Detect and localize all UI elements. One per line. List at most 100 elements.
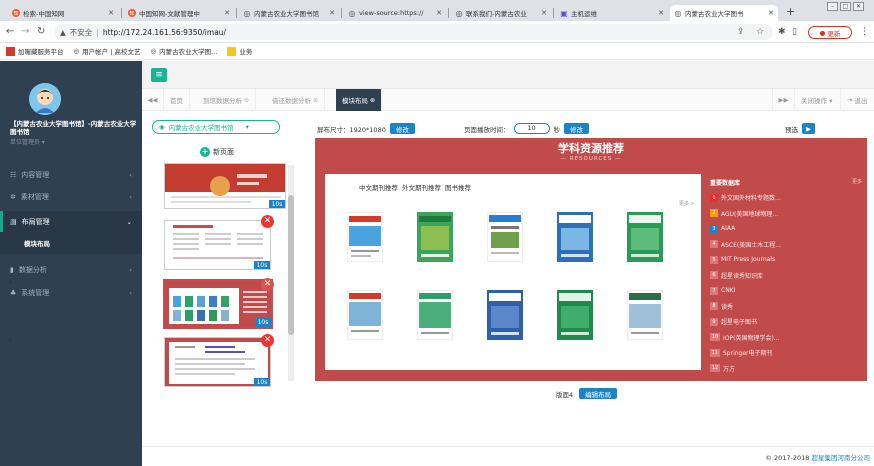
delete-page-icon[interactable]: ✕ <box>261 278 274 291</box>
database-item[interactable]: 5 MIT Press Journals <box>710 252 862 268</box>
database-item[interactable]: 2 AGU(美国地球物理... <box>710 206 862 222</box>
close-icon[interactable]: ✕ <box>541 9 547 17</box>
list-more-link[interactable]: 更多 <box>852 178 862 185</box>
company-link[interactable]: 超星集团河南分公司 <box>812 454 871 462</box>
sidepanel-icon[interactable]: ▯ <box>792 27 797 37</box>
journal-cover[interactable] <box>487 290 523 340</box>
database-item[interactable]: 1 外文国外材料专题数... <box>710 190 862 206</box>
close-icon[interactable]: ✕ <box>436 9 442 17</box>
bookmark-folder[interactable]: 业务 <box>227 46 252 56</box>
database-item[interactable]: 11 Springer电子期刊 <box>710 345 862 361</box>
menu-data-analysis[interactable]: ▮ 数据分析 ‹ <box>0 259 142 281</box>
menu-dots-icon[interactable]: ⋮ <box>860 27 869 37</box>
school-select[interactable]: ◉ 内蒙古农业大学图书馆 ▾ <box>152 120 280 134</box>
journal-cover[interactable] <box>347 290 383 340</box>
bookmark-item[interactable]: 加喔藏服务平台 <box>6 46 64 56</box>
update-button[interactable]: ● 更新 <box>808 26 852 39</box>
database-name: CNKI <box>721 287 736 295</box>
journal-cover[interactable] <box>557 290 593 340</box>
database-item[interactable]: 4 ASCE(美国土木工程... <box>710 237 862 253</box>
user-role-dropdown[interactable]: 单位管理员 ▾ <box>10 137 45 146</box>
page-thumbnail[interactable]: 10s <box>164 220 271 270</box>
page-tabs: ◀◀ 首页 到馆数据分析 ⊗ 借还数据分析 ⊗ 模块布局 ⊗ ▶▶ 关闭操作 ▾ ⇥ 退… <box>142 89 874 111</box>
menu-material[interactable]: ✲ 素材管理 ‹ <box>0 186 142 208</box>
menu-content[interactable]: ☷ 内容管理 ‹ <box>0 164 142 186</box>
database-item[interactable]: 3 AIAA <box>710 221 862 237</box>
minimize-icon[interactable]: – <box>827 2 838 11</box>
menu-system[interactable]: ♣ 系统管理 ‹ <box>0 282 142 304</box>
star-icon[interactable]: ☆ <box>756 27 764 37</box>
journal-cover[interactable] <box>417 212 453 262</box>
more-link[interactable]: 更多 > <box>679 200 695 207</box>
tab-visit-analysis[interactable]: 到馆数据分析 ⊗ <box>197 89 257 111</box>
thumbnail-scrollbar[interactable] <box>288 165 294 381</box>
share-icon[interactable]: ⇪ <box>737 27 745 37</box>
database-item[interactable]: 9 超星电子图书 <box>710 314 862 330</box>
reload-icon[interactable]: ↻ <box>37 26 45 37</box>
url-input[interactable]: ▲ 不安全 | http://172.24.161.56:9350/imau/ <box>54 24 773 40</box>
delete-page-icon[interactable]: ✕ <box>261 334 274 347</box>
journal-cover[interactable] <box>627 212 663 262</box>
close-circle-icon[interactable]: ⊗ <box>370 97 375 104</box>
forward-arrow-icon[interactable]: → <box>21 26 29 37</box>
tab-module-layout[interactable]: 模块布局 ⊗ <box>336 89 383 111</box>
interval-input[interactable]: 10 <box>513 123 550 134</box>
close-icon[interactable]: ✕ <box>108 9 114 17</box>
back-arrow-icon[interactable]: ← <box>6 26 14 37</box>
window-close-icon[interactable]: ✕ <box>853 2 864 11</box>
browser-tab[interactable]: ▣ 主机运维 ✕ <box>556 5 668 21</box>
tabs-scroll-right-icon[interactable]: ▶▶ <box>772 89 794 111</box>
logout-button[interactable]: ⇥ 退出 <box>840 89 873 111</box>
database-item[interactable]: 12 万方 <box>710 361 862 377</box>
menu-layout[interactable]: ▤ 布局管理 ⌄ <box>0 211 142 233</box>
close-operations-dropdown[interactable]: 关闭操作 ▾ <box>794 89 838 111</box>
bookmark-item[interactable]: ◎ 用户帐户 | 高校文艺 <box>74 46 141 56</box>
scrollbar-thumb[interactable] <box>288 195 294 335</box>
database-name: MIT Press Journals <box>721 256 776 264</box>
close-icon[interactable]: ✕ <box>224 9 230 17</box>
browser-tab[interactable]: 知 检索-中国知网 ✕ <box>8 5 118 21</box>
browser-tab[interactable]: ◎ 联系我们-内蒙古农业 ✕ <box>451 5 551 21</box>
edit-interval-button[interactable]: 修改 <box>564 123 589 134</box>
tab-home[interactable]: 首页 <box>164 89 190 111</box>
play-preview-button[interactable]: ▶ <box>802 123 815 134</box>
bookmark-item[interactable]: ◎ 内蒙古农业大学图... <box>151 46 218 56</box>
maximize-icon[interactable]: □ <box>840 2 851 11</box>
close-icon[interactable]: ✕ <box>329 9 335 17</box>
new-page-button[interactable]: + 新页面 <box>200 147 234 157</box>
browser-tab[interactable]: ◎ 内蒙古农业大学图书馆 ✕ <box>239 5 339 21</box>
page-thumbnail-selected[interactable]: 10s <box>163 279 273 329</box>
close-icon[interactable]: ✕ <box>768 9 774 17</box>
recommend-tab[interactable]: 中文期刊推荐 <box>359 182 398 192</box>
browser-tab-active[interactable]: ◎ 内蒙古农业大学图书 ✕ <box>670 5 778 21</box>
journal-cover[interactable] <box>347 212 383 262</box>
journal-cover[interactable] <box>487 212 523 262</box>
edit-layout-button[interactable]: 编辑布局 <box>579 388 618 399</box>
tabs-scroll-left-icon[interactable]: ◀◀ <box>142 89 164 111</box>
browser-tab[interactable]: 知 中国知网-文献管理中 ✕ <box>124 5 234 21</box>
page-thumbnail[interactable]: 10s <box>164 337 271 387</box>
edit-size-button[interactable]: 修改 <box>389 123 415 134</box>
recommend-tab[interactable]: 图书推荐 <box>445 182 471 192</box>
database-item[interactable]: 6 超星读秀知识库 <box>710 268 862 284</box>
close-circle-icon[interactable]: ⊗ <box>244 97 249 104</box>
database-item[interactable]: 7 CNKI <box>710 283 862 299</box>
database-item[interactable]: 8 读秀 <box>710 299 862 315</box>
recommend-tab[interactable]: 外文期刊推荐 <box>402 182 441 192</box>
menu-label: 素材管理 <box>20 193 49 201</box>
extension-icon[interactable]: ✱ <box>778 27 786 37</box>
hamburger-menu-icon[interactable]: ≡ <box>151 68 167 82</box>
journal-cover[interactable] <box>627 290 663 340</box>
database-item[interactable]: 10 IOP(英国物理学会)... <box>710 330 862 346</box>
new-tab-button[interactable]: + <box>786 5 795 18</box>
delete-page-icon[interactable]: ✕ <box>261 215 274 228</box>
tab-borrow-analysis[interactable]: 借还数据分析 ⊗ <box>266 89 326 111</box>
close-circle-icon[interactable]: ⊗ <box>313 97 318 104</box>
browser-tab[interactable]: ◎ view-source:https:// ✕ <box>344 5 446 21</box>
submenu-module-layout[interactable]: 模块布局 <box>0 232 142 254</box>
journal-cover[interactable] <box>417 290 453 340</box>
page-thumbnail[interactable]: 10s <box>164 163 286 209</box>
plus-icon: + <box>200 147 210 157</box>
journal-cover[interactable] <box>557 212 593 262</box>
close-icon[interactable]: ✕ <box>658 9 664 17</box>
